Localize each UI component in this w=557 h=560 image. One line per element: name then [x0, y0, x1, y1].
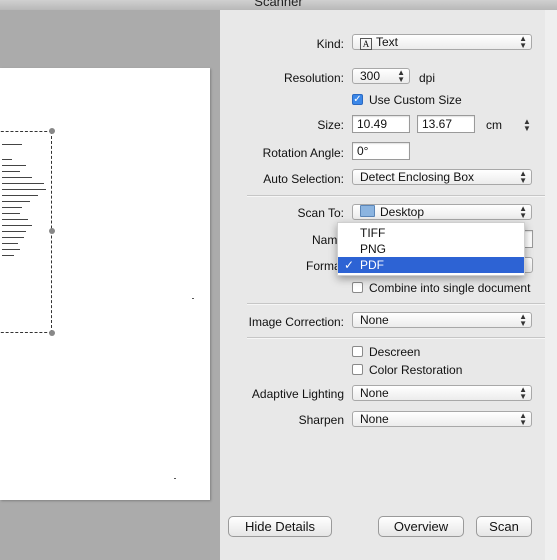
- kind-value: Text: [376, 35, 399, 49]
- format-menu[interactable]: TIFF PNG ✓ PDF: [337, 222, 525, 276]
- resolution-unit: dpi: [419, 71, 436, 85]
- selection-handle-bottom-right[interactable]: [49, 330, 55, 336]
- chevron-updown-icon: ▲ ▼: [519, 385, 527, 401]
- scan-to-label: Scan To:: [297, 206, 344, 220]
- selection-handle-top-right[interactable]: [49, 128, 55, 134]
- window-title: Scanner: [254, 0, 303, 9]
- chevron-updown-icon: ▲ ▼: [519, 34, 527, 50]
- chevron-updown-icon: ▲ ▼: [519, 411, 527, 427]
- scan-preview-pane[interactable]: [0, 10, 220, 560]
- scan-to-popup[interactable]: Desktop ▲ ▼: [352, 204, 532, 220]
- sharpen-popup[interactable]: None ▲ ▼: [352, 411, 532, 427]
- separator: [247, 195, 557, 197]
- use-custom-size-checkbox[interactable]: ✓: [352, 94, 363, 105]
- resolution-label: Resolution:: [283, 71, 344, 85]
- descreen-checkbox[interactable]: [352, 346, 363, 357]
- scan-to-value: Desktop: [380, 205, 425, 219]
- adaptive-lighting-popup[interactable]: None ▲ ▼: [352, 385, 532, 401]
- folder-icon: [360, 205, 375, 217]
- adaptive-lighting-label: Adaptive Lighting: [251, 387, 344, 401]
- title-bar: Scanner: [0, 0, 557, 10]
- format-option-tiff[interactable]: TIFF: [338, 225, 524, 241]
- chevron-updown-icon: ▲ ▼: [519, 204, 527, 220]
- resolution-popup[interactable]: 300 ▲ ▼: [352, 68, 410, 84]
- rotation-angle-label: Rotation Angle:: [262, 146, 344, 160]
- format-option-pdf[interactable]: ✓ PDF: [338, 257, 524, 273]
- overview-button[interactable]: Overview: [378, 516, 464, 537]
- preview-speck: [192, 298, 194, 299]
- sharpen-label: Sharpen: [298, 413, 344, 427]
- preview-text-lines: [2, 144, 46, 261]
- scanner-settings-panel: Kind: A Text ▲ ▼ Resolution: 300 ▲ ▼ dpi ✓ …: [220, 10, 557, 560]
- format-option-pdf-label: PDF: [360, 258, 384, 272]
- background-window-edge: [545, 10, 557, 560]
- combine-label: Combine into single document: [369, 281, 531, 295]
- size-label: Size:: [317, 118, 344, 132]
- image-correction-popup[interactable]: None ▲ ▼: [352, 312, 532, 328]
- color-restoration-checkbox[interactable]: [352, 364, 363, 375]
- scanned-page-preview: [0, 68, 210, 500]
- checkmark-icon: ✓: [344, 258, 355, 272]
- descreen-label: Descreen: [369, 345, 421, 359]
- image-correction-value: None: [360, 313, 389, 327]
- color-restoration-label: Color Restoration: [369, 363, 463, 377]
- kind-label: Kind:: [316, 37, 344, 51]
- adaptive-lighting-value: None: [360, 386, 389, 400]
- combine-checkbox[interactable]: [352, 282, 363, 293]
- resolution-value: 300: [360, 69, 381, 83]
- separator: [247, 303, 557, 305]
- size-height-field[interactable]: 13.67: [417, 115, 475, 133]
- use-custom-size-label: Use Custom Size: [369, 93, 462, 107]
- hide-details-button[interactable]: Hide Details: [228, 516, 332, 537]
- auto-selection-label: Auto Selection:: [263, 172, 344, 186]
- text-kind-icon: A: [360, 38, 372, 50]
- separator: [247, 337, 557, 339]
- auto-selection-popup[interactable]: Detect Enclosing Box ▲ ▼: [352, 169, 532, 185]
- auto-selection-value: Detect Enclosing Box: [360, 170, 475, 184]
- image-correction-label: Image Correction:: [248, 315, 344, 329]
- format-option-png[interactable]: PNG: [338, 241, 524, 257]
- preview-speck: [174, 478, 176, 479]
- rotation-angle-field[interactable]: 0°: [352, 142, 410, 160]
- size-unit: cm: [486, 118, 502, 132]
- unit-stepper-icon[interactable]: ▲ ▼: [523, 118, 531, 133]
- selection-handle-middle-right[interactable]: [49, 228, 55, 234]
- sharpen-value: None: [360, 412, 389, 426]
- scan-button[interactable]: Scan: [476, 516, 532, 537]
- kind-popup[interactable]: A Text ▲ ▼: [352, 34, 532, 50]
- chevron-updown-icon: ▲ ▼: [519, 312, 527, 328]
- chevron-updown-icon: ▲ ▼: [397, 68, 405, 84]
- chevron-updown-icon: ▲ ▼: [519, 169, 527, 185]
- size-width-field[interactable]: 10.49: [352, 115, 410, 133]
